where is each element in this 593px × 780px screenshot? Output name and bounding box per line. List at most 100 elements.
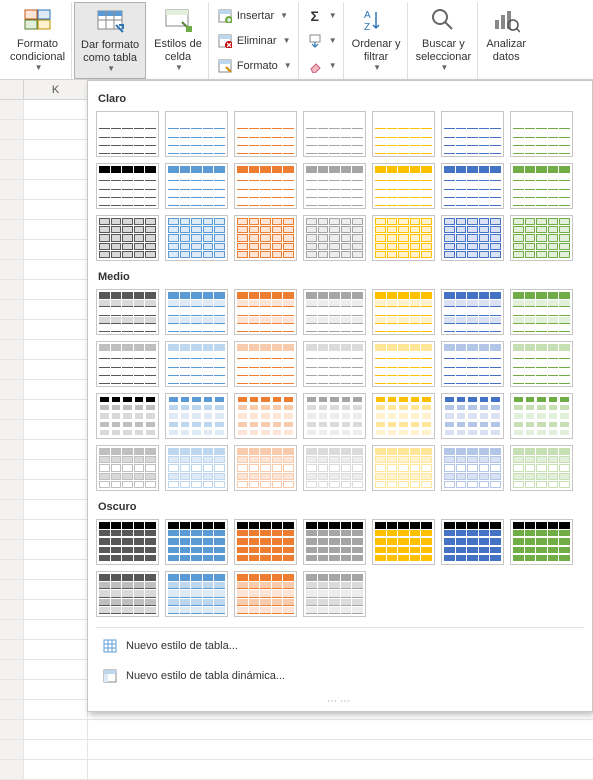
table-style-swatch[interactable] (441, 111, 504, 157)
table-style-swatch[interactable] (165, 445, 228, 491)
table-style-swatch[interactable] (510, 341, 573, 387)
table-style-swatch[interactable] (510, 215, 573, 261)
table-style-swatch[interactable] (510, 163, 573, 209)
table-style-swatch[interactable] (165, 111, 228, 157)
table-style-swatch[interactable] (96, 215, 159, 261)
section-medium-header: Medio (98, 271, 582, 283)
table-style-swatch[interactable] (165, 571, 228, 617)
autosum-button[interactable]: Σ▼ (305, 7, 339, 25)
table-style-swatch[interactable] (510, 519, 573, 565)
table-style-swatch[interactable] (441, 393, 504, 439)
new-table-style-label: Nuevo estilo de tabla... (126, 640, 238, 652)
sort-filter-button[interactable]: AZ Ordenar yfiltrar ▼ (346, 2, 408, 79)
table-style-swatch[interactable] (441, 163, 504, 209)
sort-filter-icon: AZ (360, 4, 392, 36)
table-style-swatch[interactable] (234, 445, 297, 491)
format-icon (217, 58, 233, 74)
clear-button[interactable]: ▼ (305, 57, 339, 75)
find-select-label: Buscar yseleccionar (416, 38, 472, 63)
table-style-swatch[interactable] (372, 215, 435, 261)
table-style-swatch[interactable] (303, 445, 366, 491)
table-style-swatch[interactable] (234, 163, 297, 209)
table-style-swatch[interactable] (234, 215, 297, 261)
chevron-down-icon: ▼ (35, 63, 43, 72)
table-style-swatch[interactable] (165, 393, 228, 439)
table-style-swatch[interactable] (372, 445, 435, 491)
new-table-style-button[interactable]: Nuevo estilo de tabla... (96, 634, 584, 658)
table-style-swatch[interactable] (165, 519, 228, 565)
resize-grip-icon[interactable]: ⋯⋯ (96, 696, 584, 707)
chevron-down-icon: ▼ (283, 36, 291, 45)
cells-group: Insertar ▼ Eliminar ▼ Formato ▼ (211, 2, 299, 79)
table-style-swatch[interactable] (96, 163, 159, 209)
delete-button[interactable]: Eliminar ▼ (215, 32, 294, 50)
table-style-swatch[interactable] (96, 289, 159, 335)
table-style-swatch[interactable] (165, 341, 228, 387)
new-pivot-style-label: Nuevo estilo de tabla dinámica... (126, 670, 285, 682)
table-style-swatch[interactable] (303, 289, 366, 335)
table-style-swatch[interactable] (441, 341, 504, 387)
table-style-swatch[interactable] (303, 215, 366, 261)
table-style-swatch[interactable] (303, 571, 366, 617)
table-style-swatch[interactable] (372, 163, 435, 209)
table-style-swatch[interactable] (96, 341, 159, 387)
table-style-swatch[interactable] (372, 289, 435, 335)
svg-text:Z: Z (364, 22, 370, 33)
table-style-swatch[interactable] (303, 111, 366, 157)
new-pivot-style-button[interactable]: Nuevo estilo de tabla dinámica... (96, 664, 584, 688)
conditional-format-button[interactable]: Formatocondicional ▼ (4, 2, 72, 79)
table-style-swatch[interactable] (510, 393, 573, 439)
table-style-swatch[interactable] (165, 289, 228, 335)
table-style-swatch[interactable] (441, 445, 504, 491)
table-style-swatch[interactable] (303, 519, 366, 565)
table-style-swatch[interactable] (510, 289, 573, 335)
cell-styles-icon (162, 4, 194, 36)
search-icon (427, 4, 459, 36)
table-style-swatch[interactable] (510, 445, 573, 491)
cell-styles-button[interactable]: Estilos decelda ▼ (148, 2, 209, 79)
table-style-swatch[interactable] (96, 393, 159, 439)
cell-styles-label: Estilos decelda (154, 38, 202, 63)
chevron-down-icon: ▼ (280, 11, 288, 20)
table-style-swatch[interactable] (441, 215, 504, 261)
chevron-down-icon: ▼ (175, 63, 183, 72)
medium-swatch-grid (96, 289, 584, 491)
insert-button[interactable]: Insertar ▼ (215, 7, 294, 25)
table-style-swatch[interactable] (303, 163, 366, 209)
table-style-swatch[interactable] (96, 445, 159, 491)
format-as-table-button[interactable]: Dar formatocomo tabla ▼ (74, 2, 146, 79)
find-select-button[interactable]: Buscar yseleccionar ▼ (410, 2, 479, 79)
analyze-data-button[interactable]: Analizardatos (480, 2, 532, 79)
table-style-swatch[interactable] (165, 215, 228, 261)
new-table-style-icon (102, 638, 118, 654)
table-style-swatch[interactable] (372, 111, 435, 157)
table-style-swatch[interactable] (234, 289, 297, 335)
table-style-swatch[interactable] (96, 111, 159, 157)
table-style-swatch[interactable] (441, 289, 504, 335)
fill-down-icon (307, 33, 323, 49)
table-style-swatch[interactable] (234, 519, 297, 565)
analyze-label: Analizardatos (486, 38, 526, 63)
format-button[interactable]: Formato ▼ (215, 57, 294, 75)
table-style-swatch[interactable] (234, 111, 297, 157)
table-style-swatch[interactable] (303, 393, 366, 439)
table-style-swatch[interactable] (234, 393, 297, 439)
section-dark-header: Oscuro (98, 501, 582, 513)
table-style-swatch[interactable] (96, 571, 159, 617)
table-style-swatch[interactable] (234, 571, 297, 617)
table-style-swatch[interactable] (441, 519, 504, 565)
table-style-swatch[interactable] (372, 519, 435, 565)
insert-icon (217, 8, 233, 24)
col-header-k[interactable]: K (24, 80, 88, 99)
conditional-format-icon (22, 4, 54, 36)
dropdown-footer: Nuevo estilo de tabla... Nuevo estilo de… (96, 627, 584, 707)
table-style-swatch[interactable] (165, 163, 228, 209)
table-style-swatch[interactable] (303, 341, 366, 387)
table-style-swatch[interactable] (234, 341, 297, 387)
table-style-swatch[interactable] (372, 393, 435, 439)
fill-button[interactable]: ▼ (305, 32, 339, 50)
table-style-swatch[interactable] (510, 111, 573, 157)
sigma-icon: Σ (307, 8, 323, 24)
table-style-swatch[interactable] (96, 519, 159, 565)
table-style-swatch[interactable] (372, 341, 435, 387)
